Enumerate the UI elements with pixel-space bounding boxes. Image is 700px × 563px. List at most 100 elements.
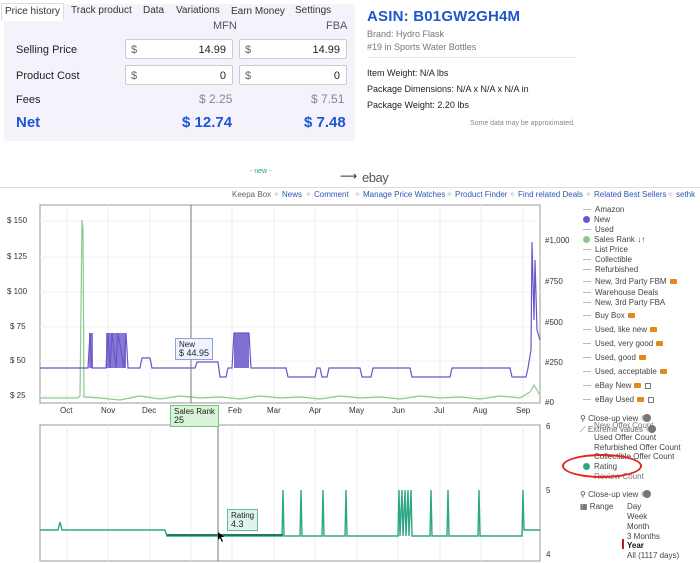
legend-used-like-new[interactable]: Used, like new [583, 325, 658, 334]
legend-buy-box[interactable]: Buy Box [583, 311, 635, 320]
y-axis-rank-1000: #1,000 [545, 236, 570, 245]
fees-mfn-value: $ 2.25 [199, 92, 233, 106]
cart-icon [637, 397, 645, 402]
tooltip-sales-rank: Sales Rank 25 [170, 405, 219, 427]
divider [367, 57, 575, 58]
legend-new[interactable]: New [583, 215, 610, 224]
link-product-finder[interactable]: Product Finder [455, 190, 507, 199]
legend-used-very-good[interactable]: Used, very good [583, 339, 664, 348]
legend-new-3p-fba[interactable]: New, 3rd Party FBA [583, 298, 665, 307]
range-all[interactable]: All (1117 days) [627, 551, 679, 560]
y-axis-rating-6: 6 [546, 422, 551, 431]
tab-price-history[interactable]: Price history [1, 3, 65, 21]
selling-price-mfn-input[interactable]: $ 14.99 [125, 39, 233, 59]
legend-used[interactable]: Used [583, 225, 614, 234]
range-month[interactable]: Month [627, 522, 649, 531]
tab-earn-money[interactable]: Earn Money [231, 6, 285, 17]
new-series-dot [583, 216, 590, 223]
tooltip-new-price: New $ 44.95 [175, 338, 214, 360]
toggle-switch[interactable] [641, 490, 652, 498]
legend-warehouse-deals[interactable]: Warehouse Deals [583, 288, 658, 297]
y-axis-price-25: $ 25 [10, 391, 26, 400]
net-mfn-value: $ 12.74 [182, 114, 233, 131]
y-axis-rating-5: 5 [546, 486, 551, 495]
cart-icon [669, 279, 677, 284]
legend-ebay-used[interactable]: eBay Used [583, 395, 655, 404]
brand-text: Brand: Hydro Flask [367, 29, 445, 39]
legend-new-3p-fbm[interactable]: New, 3rd Party FBM [583, 277, 677, 286]
magnifier-icon: ⚲ [580, 414, 586, 423]
x-axis-dec: Dec [142, 406, 157, 415]
fees-label: Fees [16, 94, 41, 106]
highlight-ring [562, 454, 642, 478]
selling-price-label: Selling Price [16, 44, 78, 56]
separator-icon: ✧ [354, 190, 361, 199]
legend-ebay-new[interactable]: eBay New [583, 381, 652, 390]
asin-title[interactable]: ASIN: B01GW2GH4M [367, 8, 577, 25]
legend-sales-rank[interactable]: Sales Rank ↓↑ [583, 235, 645, 244]
tab-settings[interactable]: Settings [295, 5, 331, 16]
link-manage-price-watches[interactable]: Manage Price Watches [363, 190, 445, 199]
tab-track-product[interactable]: Track product [71, 5, 132, 16]
legend-used-good[interactable]: Used, good [583, 353, 646, 362]
product-cost-fba-input[interactable]: $ 0 [239, 65, 347, 85]
x-axis-jun: Jun [392, 406, 405, 415]
y-axis-rank-250: #250 [545, 358, 563, 367]
product-cost-label: Product Cost [16, 70, 80, 82]
selling-price-fba-input[interactable]: $ 14.99 [239, 39, 347, 59]
separator-icon: ✧ [305, 190, 312, 199]
link-comment[interactable]: Comment [314, 190, 349, 199]
tab-ebay[interactable]: ebay [362, 170, 389, 185]
cart-icon [659, 369, 667, 374]
external-link-icon[interactable] [648, 397, 655, 403]
x-axis-apr: Apr [309, 406, 322, 415]
arrow-icon: ⟶ [340, 169, 358, 183]
legend-refurbished[interactable]: Refurbished [583, 265, 638, 274]
sort-icon[interactable]: ↓↑ [637, 235, 645, 244]
closeup-view-toggle-bottom[interactable]: ⚲ Close-up view [580, 490, 652, 499]
column-header-mfn: MFN [213, 20, 237, 32]
package-dimensions-text: Package Dimensions: N/A x N/A x N/A in [367, 84, 529, 94]
legend-list-price[interactable]: List Price [583, 245, 628, 254]
x-axis-feb: Feb [228, 406, 242, 415]
range-selected-indicator [622, 539, 624, 549]
range-3-months[interactable]: 3 Months [627, 532, 660, 541]
category-rank-text: #19 in Sports Water Bottles [367, 42, 477, 52]
separator-icon: ✧ [273, 190, 280, 199]
toggle-switch[interactable] [645, 425, 656, 433]
x-axis-mar: Mar [267, 406, 281, 415]
x-axis-aug: Aug [473, 406, 488, 415]
separator-icon: ✧ [509, 190, 516, 199]
link-user-account[interactable]: sethk [676, 190, 695, 199]
y-axis-price-75: $ 75 [10, 322, 26, 331]
legend-used-offer-count[interactable]: Used Offer Count [594, 433, 656, 442]
y-axis-price-50: $ 50 [10, 356, 26, 365]
tab-variations[interactable]: Variations [176, 5, 220, 16]
external-link-icon[interactable] [645, 383, 652, 389]
cart-icon [627, 313, 635, 318]
link-keepa-box[interactable]: Keepa Box [232, 190, 271, 199]
column-header-fba: FBA [326, 20, 348, 32]
range-week[interactable]: Week [627, 512, 647, 521]
product-cost-mfn-input[interactable]: $ 0 [125, 65, 233, 85]
x-axis-sep: Sep [516, 406, 531, 415]
link-related-best-sellers[interactable]: Related Best Sellers [594, 190, 666, 199]
range-day[interactable]: Day [627, 502, 641, 511]
y-axis-rank-750: #750 [545, 277, 563, 286]
range-year[interactable]: Year [627, 541, 644, 550]
legend-amazon[interactable]: Amazon [583, 205, 624, 214]
chart-icon: ⟋ [580, 425, 586, 434]
legend-used-acceptable[interactable]: Used, acceptable [583, 367, 667, 376]
tab-data[interactable]: Data [143, 5, 164, 16]
y-axis-price-100: $ 100 [7, 287, 28, 296]
cart-icon [634, 383, 642, 388]
profit-calculator: MFN FBA Selling Price $ 14.99 $ 14.99 Pr… [4, 4, 355, 141]
link-news[interactable]: News [282, 190, 302, 199]
legend-collectible[interactable]: Collectible [583, 255, 632, 264]
y-axis-rating-4: 4 [546, 550, 551, 559]
link-find-related-deals[interactable]: Find related Deals [518, 190, 583, 199]
legend-refurbished-offer-count[interactable]: Refurbished Offer Count [594, 443, 681, 452]
fees-fba-value: $ 7.51 [311, 92, 345, 106]
separator-icon: ✧ [446, 190, 453, 199]
x-axis-may: May [349, 406, 365, 415]
